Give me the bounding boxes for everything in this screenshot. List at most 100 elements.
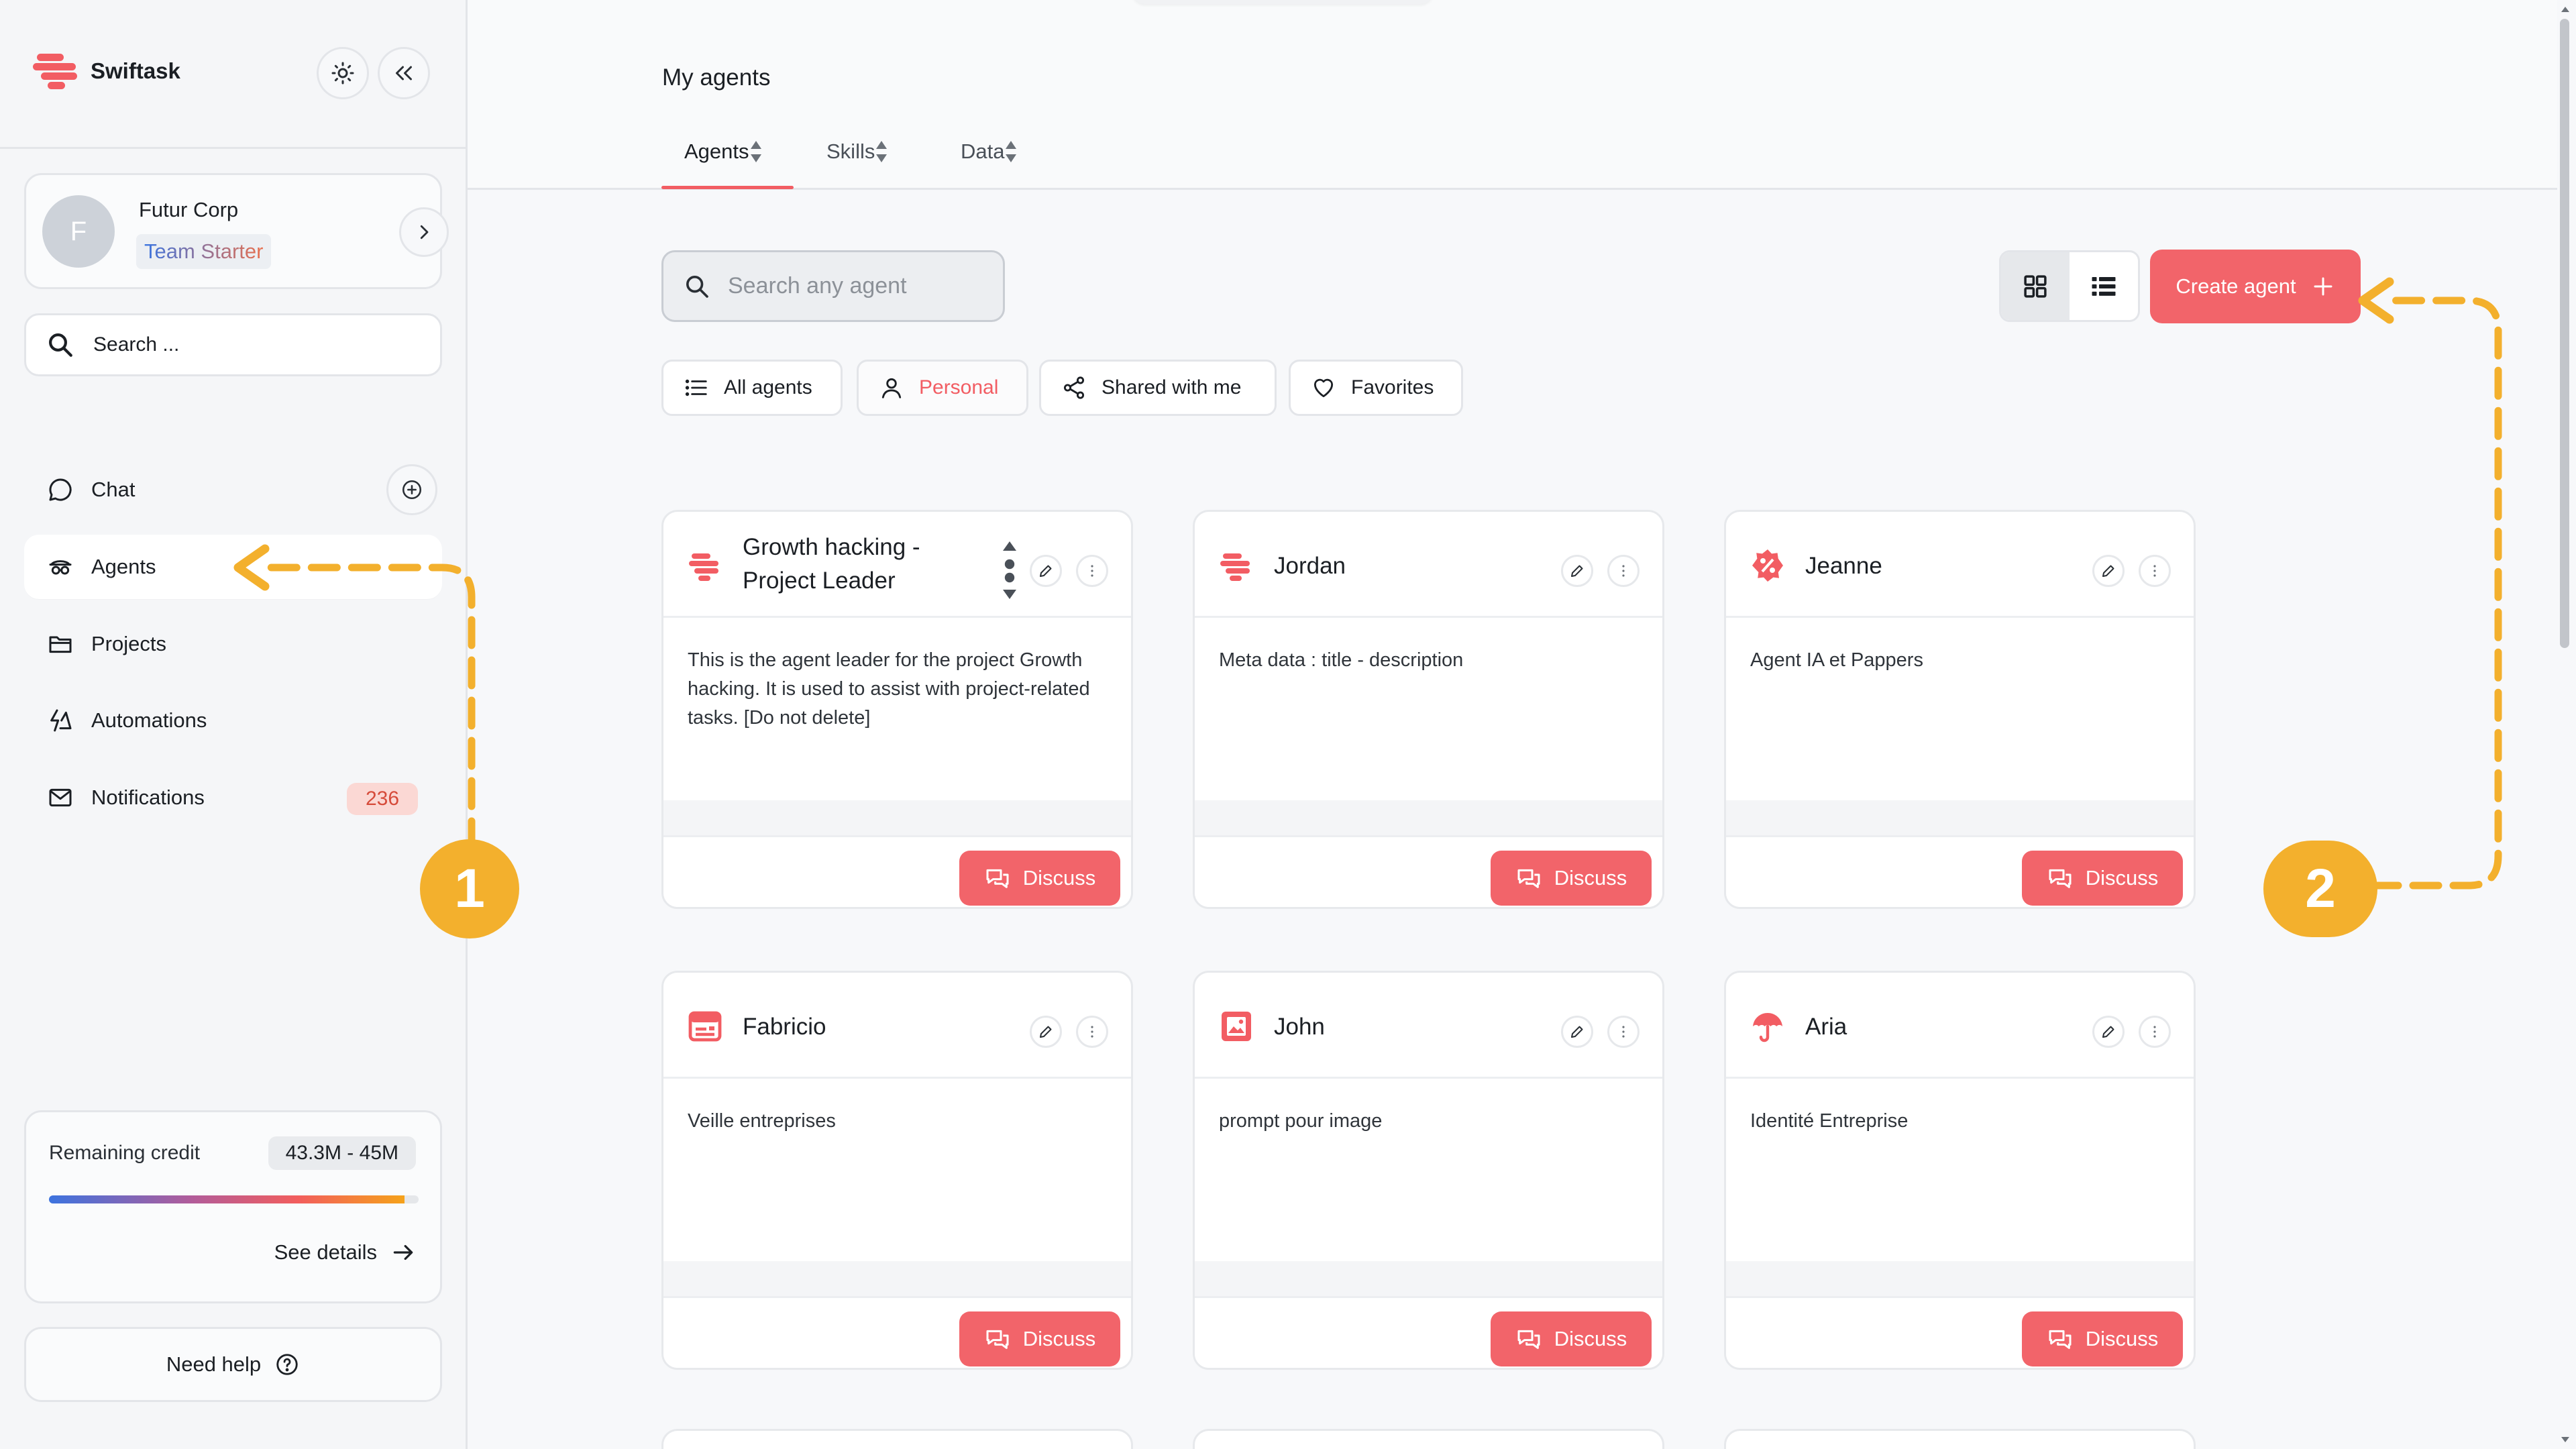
edit-agent-button[interactable]	[2092, 555, 2125, 587]
agent-description: This is the agent leader for the project…	[688, 649, 1090, 729]
filter-label: Favorites	[1351, 376, 1434, 398]
credit-progress-bar	[49, 1195, 419, 1203]
arrow-right-icon	[393, 1244, 413, 1260]
edit-agent-button[interactable]	[1561, 1016, 1593, 1048]
card-fade	[663, 1261, 1131, 1296]
agent-card[interactable]: Fabricio Veille entreprises Discuss	[661, 971, 1133, 1370]
envelope-icon	[49, 788, 72, 807]
agents-icon	[49, 560, 72, 575]
discuss-button[interactable]: Discuss	[959, 851, 1120, 906]
notification-count-badge: 236	[347, 783, 418, 815]
edit-agent-button[interactable]	[1030, 1016, 1062, 1048]
card-fade	[1195, 1261, 1662, 1296]
discuss-label: Discuss	[1554, 1327, 1627, 1350]
theme-toggle-button[interactable]	[317, 47, 369, 99]
sort-icon	[1006, 141, 1017, 162]
more-options-button[interactable]	[2139, 1016, 2171, 1048]
sidebar-item-projects[interactable]: Projects	[24, 612, 442, 676]
scroll-down-arrow-icon[interactable]	[2559, 1433, 2572, 1446]
edit-agent-button[interactable]	[2092, 1016, 2125, 1048]
agent-card-partial[interactable]	[1724, 1429, 2196, 1449]
image-file-icon	[1222, 1012, 1251, 1041]
agent-search-input[interactable]: Search any agent	[661, 250, 1005, 322]
sidebar-item-chat[interactable]: Chat	[24, 458, 442, 522]
agent-description: Agent IA et Pappers	[1750, 649, 1923, 671]
discuss-label: Discuss	[2085, 866, 2159, 890]
more-options-button[interactable]	[1607, 555, 1640, 587]
discuss-button[interactable]: Discuss	[1491, 851, 1652, 906]
more-options-button[interactable]	[1076, 1016, 1108, 1048]
agent-description: prompt pour image	[1219, 1110, 1383, 1132]
agent-name: Jeanne	[1805, 553, 1882, 579]
new-chat-button[interactable]	[386, 464, 437, 515]
annotation-badge-2: 2	[2263, 841, 2377, 937]
agent-card[interactable]: Jordan Meta data : title - description D…	[1193, 510, 1664, 909]
agent-name: Growth hacking - Project Leader	[743, 534, 920, 594]
filter-favorites[interactable]: Favorites	[1289, 360, 1463, 416]
discuss-button[interactable]: Discuss	[959, 1311, 1120, 1366]
scroll-up-arrow-icon[interactable]	[2559, 3, 2572, 16]
active-tab-underline	[661, 186, 794, 189]
sidebar: Swiftask F Futur Corp Team Starter Searc…	[0, 0, 468, 1449]
discuss-button[interactable]: Discuss	[2022, 1311, 2183, 1366]
organization-switch-button[interactable]	[399, 207, 449, 257]
create-agent-button[interactable]: Create agent	[2150, 250, 2361, 323]
sidebar-item-label: Automations	[91, 708, 207, 732]
share-icon	[1063, 376, 1085, 399]
more-vertical-icon	[1622, 565, 1625, 577]
filter-personal[interactable]: Personal	[857, 360, 1028, 416]
agent-card-header: Jordan	[1195, 512, 1662, 618]
drag-handle-icon[interactable]	[1003, 541, 1016, 599]
agent-card[interactable]: Jeanne Agent IA et Pappers Discuss	[1724, 510, 2196, 909]
organization-card[interactable]: F Futur Corp Team Starter	[24, 173, 449, 289]
question-circle-icon	[276, 1354, 298, 1375]
pencil-icon	[2102, 565, 2114, 577]
user-icon	[881, 378, 902, 398]
agent-name: John	[1274, 1014, 1325, 1040]
sidebar-item-automations[interactable]: Automations	[24, 688, 442, 753]
agent-card[interactable]: John prompt pour image Discuss	[1193, 971, 1664, 1370]
agent-card-partial[interactable]	[1193, 1429, 1664, 1449]
chat-bubbles-icon	[986, 869, 1009, 888]
tab-skills[interactable]: Skills	[826, 140, 888, 164]
edit-agent-button[interactable]	[1030, 555, 1062, 587]
chevron-right-icon	[420, 225, 429, 239]
edit-agent-button[interactable]	[1561, 555, 1593, 587]
agent-card-footer: Discuss	[1195, 835, 1662, 907]
agent-card[interactable]: Growth hacking - Project Leader This is …	[661, 510, 1133, 909]
sidebar-search[interactable]: Search ...	[24, 313, 442, 376]
tab-data[interactable]: Data	[961, 140, 1018, 164]
filter-shared-with-me[interactable]: Shared with me	[1039, 360, 1277, 416]
more-options-button[interactable]	[1607, 1016, 1640, 1048]
discuss-button[interactable]: Discuss	[2022, 851, 2183, 906]
see-details-link[interactable]: See details	[274, 1240, 416, 1265]
automation-icon	[50, 709, 72, 732]
need-help-button[interactable]: Need help	[24, 1327, 442, 1402]
tab-agents[interactable]: Agents	[684, 140, 763, 164]
see-details-label: See details	[274, 1240, 377, 1264]
discuss-button[interactable]: Discuss	[1491, 1311, 1652, 1366]
app-name: Swiftask	[91, 58, 180, 83]
sidebar-item-agents[interactable]: Agents	[24, 535, 442, 599]
sidebar-item-label: Projects	[91, 632, 166, 655]
list-icon	[2092, 276, 2116, 296]
list-view-button[interactable]	[2070, 252, 2138, 320]
chat-bubbles-icon	[2049, 869, 2072, 888]
card-fade	[1195, 800, 1662, 835]
agent-card-partial[interactable]	[661, 1429, 1133, 1449]
folder-icon	[49, 636, 72, 653]
filter-all-agents[interactable]: All agents	[661, 360, 843, 416]
grid-view-button[interactable]	[2001, 252, 2070, 320]
collapse-sidebar-button[interactable]	[378, 47, 430, 99]
sidebar-item-notifications[interactable]: Notifications 236	[24, 765, 442, 830]
more-options-button[interactable]	[1076, 555, 1108, 587]
more-options-button[interactable]	[2139, 555, 2171, 587]
main-content: My agents Agents Skills Data Search any …	[468, 0, 2576, 1449]
agent-card-header: Fabricio	[663, 973, 1131, 1079]
chat-bubbles-icon	[986, 1330, 1009, 1349]
agent-description: Meta data : title - description	[1219, 649, 1464, 671]
filter-label: Personal	[919, 376, 999, 398]
scrollbar-thumb[interactable]	[2560, 19, 2569, 648]
agent-card[interactable]: Aria Identité Entreprise Discuss	[1724, 971, 2196, 1370]
brand[interactable]: Swiftask	[33, 52, 180, 90]
